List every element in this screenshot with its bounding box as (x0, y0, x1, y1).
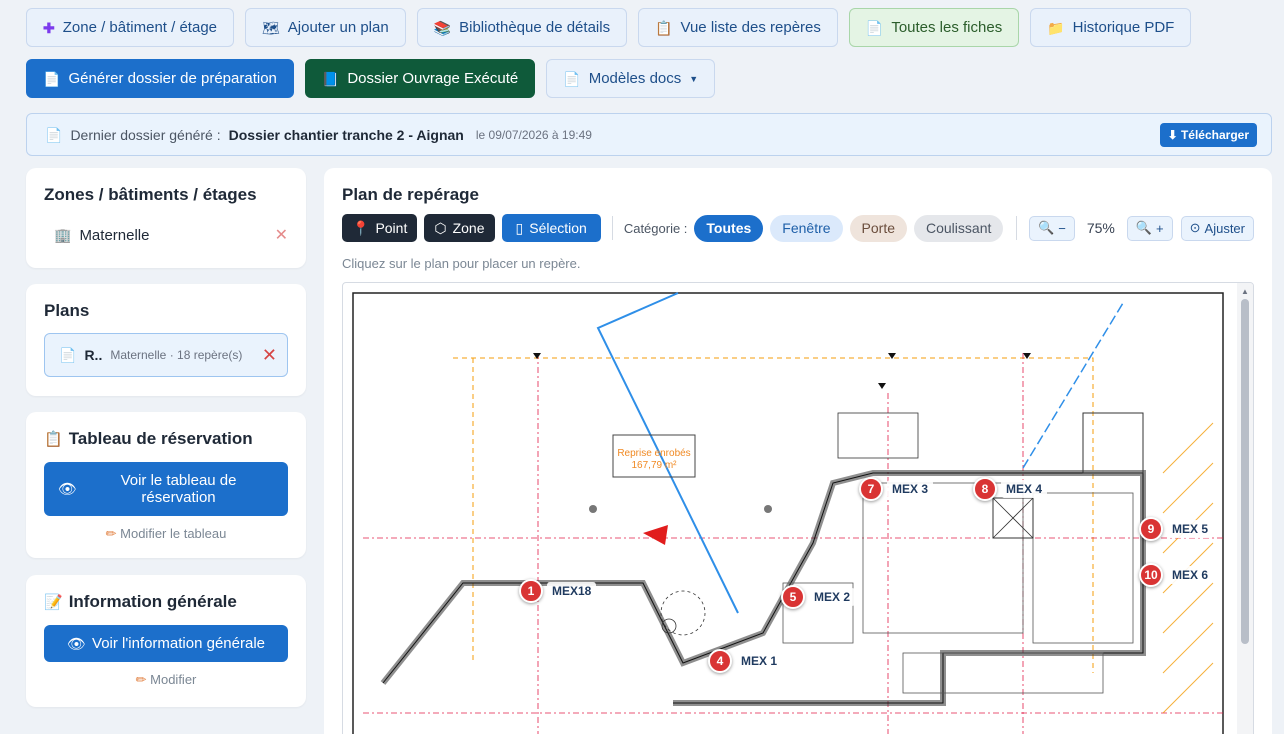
delete-zone-icon[interactable]: ✕ (275, 225, 288, 245)
plus-icon: ✚ (43, 19, 55, 36)
toolbar: ✚ Zone / bâtiment / étage 🗺 Ajouter un pla… (26, 8, 1192, 110)
add-plan-button[interactable]: 🗺 Ajouter un plan (245, 8, 406, 47)
marker-1[interactable]: 1 MEX18 (519, 579, 597, 603)
reservation-card: 📋 Tableau de réservation 👁 Voir le tablea… (26, 412, 306, 558)
zoom-level: 75% (1086, 220, 1115, 236)
generate-prep-file-button[interactable]: 📄 Générer dossier de préparation (26, 59, 294, 98)
books-icon: 📚 (433, 19, 452, 36)
zones-card: Zones / bâtiments / étages 🏢 Maternelle … (26, 168, 306, 268)
mode-selection-button[interactable]: ▯ Sélection (501, 214, 601, 242)
plans-card: Plans 📄 R.. Maternelle · 18 repère(s) ✕ (26, 284, 306, 396)
plan-panel-title: Plan de repérage (342, 185, 480, 204)
marker-8[interactable]: 8 MEX 4 (973, 477, 1048, 501)
category-window-chip[interactable]: Fenêtre (770, 214, 843, 242)
eye-icon: 👁 (66, 635, 87, 653)
hexagon-icon: ⬡ (434, 219, 447, 236)
all-sheets-button[interactable]: 📄 Toutes les fiches (848, 8, 1020, 47)
view-info-button[interactable]: 👁 Voir l'information générale (44, 625, 288, 662)
delete-plan-icon[interactable]: ✕ (262, 345, 277, 366)
floor-plan-canvas[interactable]: Reprise enrobés 167,79 m² 1 MEX18 4 MEX … (342, 282, 1254, 734)
annotation-reprise-area: 167,79 m² (631, 460, 677, 471)
detail-library-button[interactable]: 📚 Bibliothèque de détails (416, 8, 628, 47)
plans-title: Plans (44, 301, 90, 320)
last-file-date: le 09/07/2026 à 19:49 (475, 127, 592, 142)
zoom-controls: 🔍 − 75% 🔍 + ⊙ Ajuster (1012, 215, 1254, 241)
marker-7[interactable]: 7 MEX 3 (859, 477, 934, 501)
last-generated-bar: 📄 Dernier dossier généré : Dossier chant… (26, 113, 1272, 156)
eye-icon: 👁 (58, 481, 78, 498)
add-zone-button[interactable]: ✚ Zone / bâtiment / étage (26, 8, 234, 47)
info-title: 📝 Information générale (44, 592, 237, 611)
zone-label: Maternelle (79, 226, 150, 244)
marker-5[interactable]: 5 MEX 2 (781, 585, 856, 609)
reservation-title: 📋 Tableau de réservation (44, 429, 253, 448)
zones-title: Zones / bâtiments / étages (44, 185, 257, 204)
map-icon: 🗺 (262, 19, 280, 36)
magnifier-icon: 🔍 (1038, 220, 1055, 235)
clipboard-icon: 📋 (655, 19, 673, 36)
last-file-label: Dernier dossier généré : (70, 126, 221, 143)
cursor-icon: ▯ (515, 219, 524, 236)
pencil-icon: ✏ (105, 526, 117, 541)
view-reservation-button[interactable]: 👁 Voir le tableau de réservation (44, 462, 288, 516)
memo-icon: 📝 (44, 594, 63, 611)
mode-point-button[interactable]: 📍 Point (342, 214, 418, 242)
magnifier-icon: 🔍 (1135, 220, 1153, 235)
zoom-out-button[interactable]: 🔍 − (1029, 215, 1075, 241)
edit-info-link[interactable]: ✏ Modifier (44, 672, 288, 688)
toolbar-row-1: ✚ Zone / bâtiment / étage 🗺 Ajouter un pla… (26, 8, 1192, 47)
scroll-thumb[interactable] (1241, 299, 1249, 644)
document-icon: 📄 (563, 70, 581, 87)
plan-panel: Plan de repérage 📍 Point ⬡ Zone ▯ Sélection… (324, 168, 1272, 734)
scroll-up-icon[interactable]: ▲ (1241, 287, 1249, 296)
pin-icon: 📍 (352, 219, 370, 236)
building-icon: 🏢 (54, 227, 72, 243)
category-label: Catégorie : (623, 220, 688, 236)
document-icon: 📄 (43, 70, 61, 87)
pencil-icon: ✏ (135, 672, 147, 687)
document-icon: 📄 (45, 126, 63, 143)
plan-scrollbar[interactable]: ▲ (1237, 283, 1253, 734)
clipboard-icon: 📋 (44, 431, 63, 448)
annotation-reprise: Reprise enrobés (617, 448, 690, 459)
plan-item[interactable]: 📄 R.. Maternelle · 18 repère(s) ✕ (44, 333, 288, 377)
plan-hint: Cliquez sur le plan pour placer un repèr… (342, 256, 581, 271)
mode-zone-button[interactable]: ⬡ Zone (424, 214, 495, 242)
divider (1016, 216, 1018, 240)
zone-item[interactable]: 🏢 Maternelle ✕ (44, 225, 288, 245)
book-icon: 📘 (321, 70, 340, 87)
marker-10[interactable]: 10 MEX 6 (1139, 563, 1214, 587)
folder-icon: 📁 (1047, 19, 1065, 36)
category-sliding-chip[interactable]: Coulissant (914, 214, 1004, 242)
edit-reservation-link[interactable]: ✏ Modifier le tableau (44, 526, 288, 542)
category-door-chip[interactable]: Porte (849, 214, 907, 242)
last-file-name: Dossier chantier tranche 2 - Aignan (228, 126, 464, 143)
document-icon: 📄 (59, 347, 77, 363)
zoom-in-button[interactable]: 🔍 + (1126, 215, 1173, 241)
doc-templates-dropdown[interactable]: 📄 Modèles docs ▼ (546, 59, 716, 98)
plan-meta: Maternelle · 18 repère(s) (110, 348, 243, 362)
target-icon: ⊙ (1189, 220, 1201, 235)
category-all-chip[interactable]: Toutes (694, 214, 764, 242)
pdf-history-button[interactable]: 📁 Historique PDF (1030, 8, 1192, 47)
toolbar-row-2: 📄 Générer dossier de préparation 📘 Dossier… (26, 59, 1176, 98)
document-icon: 📄 (865, 19, 884, 36)
marker-4[interactable]: 4 MEX 1 (708, 649, 783, 673)
info-card: 📝 Information générale 👁 Voir l'informati… (26, 575, 306, 707)
download-button[interactable]: ⬇ Télécharger (1159, 122, 1257, 147)
plan-name: R.. (84, 347, 103, 363)
divider (611, 216, 613, 240)
chevron-down-icon: ▼ (689, 73, 699, 84)
plan-tools: 📍 Point ⬡ Zone ▯ Sélection Catégorie : Tout… (342, 214, 1254, 242)
fit-button[interactable]: ⊙ Ajuster (1180, 215, 1254, 241)
marker-list-button[interactable]: 📋 Vue liste des repères (638, 8, 838, 47)
doe-file-button[interactable]: 📘 Dossier Ouvrage Exécuté (304, 59, 536, 98)
marker-9[interactable]: 9 MEX 5 (1139, 517, 1214, 541)
floor-plan-drawing: Reprise enrobés 167,79 m² (352, 292, 1224, 734)
